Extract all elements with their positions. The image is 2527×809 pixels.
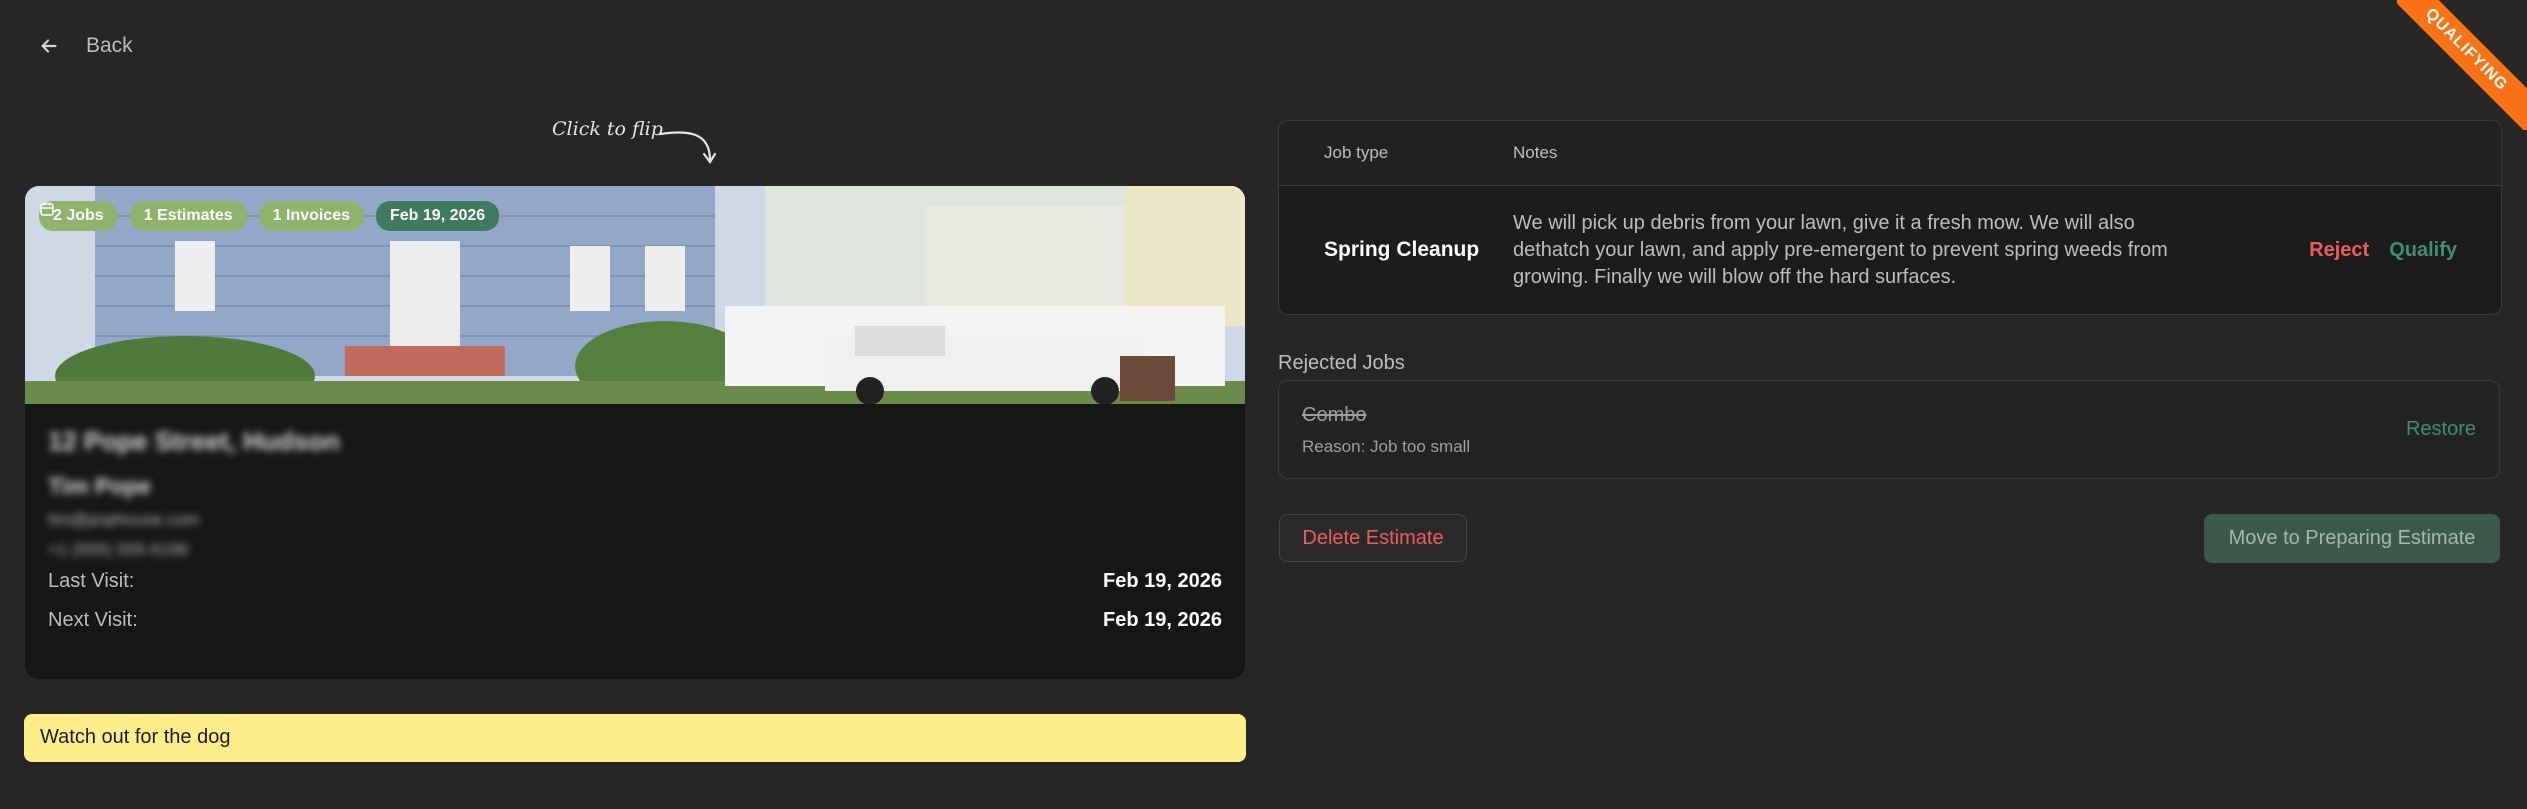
back-button[interactable]: Back xyxy=(38,34,133,58)
reject-button[interactable]: Reject xyxy=(2309,239,2369,262)
last-visit-value: Feb 19, 2026 xyxy=(1103,570,1222,592)
table-row: Spring Cleanup We will pick up debris fr… xyxy=(1279,186,2501,314)
last-visit-label: Last Visit: xyxy=(48,570,135,592)
next-visit-row: Next Visit: Feb 19, 2026 xyxy=(48,609,1222,642)
customer-note[interactable]: Watch out for the dog xyxy=(24,714,1246,762)
status-ribbon: QUALIFYING xyxy=(2397,0,2527,130)
date-badge: Feb 19, 2026 xyxy=(40,201,500,231)
rejected-job-reason: Reason: Job too small xyxy=(1302,437,1471,456)
status-ribbon-label: QUALIFYING xyxy=(2397,0,2527,130)
last-visit-row: Last Visit: Feb 19, 2026 xyxy=(48,570,1222,603)
rejected-job-name: Combo xyxy=(1302,404,1367,426)
flip-hint: Click to flip xyxy=(552,118,663,140)
jobs-table: Job type Notes Spring Cleanup We will pi… xyxy=(1278,120,2502,315)
arrow-left-icon xyxy=(41,39,57,53)
customer-email: tim@pophouse.com xyxy=(48,510,200,529)
customer-name: Tim Pope xyxy=(48,473,152,499)
rejected-jobs-title: Rejected Jobs xyxy=(1278,352,1405,374)
job-type-cell: Spring Cleanup xyxy=(1324,238,1480,261)
customer-phone: +1 (555) 555-0199 xyxy=(48,540,189,559)
badge-row: 2 Jobs 1 Estimates 1 Invoices Feb 19, 20… xyxy=(39,201,500,231)
row-actions: Reject Qualify xyxy=(2309,239,2457,262)
invoices-badge: 1 Invoices xyxy=(258,201,364,231)
header-job-type: Job type xyxy=(1324,143,1389,162)
job-notes-cell: We will pick up debris from your lawn, g… xyxy=(1513,211,2168,288)
delete-estimate-button[interactable]: Delete Estimate xyxy=(1279,514,1467,562)
property-card[interactable]: 2 Jobs 1 Estimates 1 Invoices Feb 19, 20… xyxy=(25,186,1245,679)
next-visit-value: Feb 19, 2026 xyxy=(1103,609,1222,631)
curved-arrow-icon xyxy=(658,131,717,164)
property-photo: 2 Jobs 1 Estimates 1 Invoices Feb 19, 20… xyxy=(25,186,1245,404)
property-address: 12 Pope Street, Hudson xyxy=(48,426,340,456)
restore-button[interactable]: Restore xyxy=(2406,418,2476,441)
move-to-preparing-estimate-button[interactable]: Move to Preparing Estimate xyxy=(2204,514,2500,563)
back-label: Back xyxy=(86,34,133,57)
jobs-table-header: Job type Notes xyxy=(1279,121,2501,186)
date-badge-label: Feb 19, 2026 xyxy=(390,207,486,224)
next-visit-label: Next Visit: xyxy=(48,609,138,631)
header-notes: Notes xyxy=(1513,143,1558,162)
qualify-button[interactable]: Qualify xyxy=(2389,239,2457,262)
customer-info: 12 Pope Street, Hudson Tim Pope tim@poph… xyxy=(25,404,1245,642)
calendar-icon xyxy=(40,202,54,216)
estimates-badge: 1 Estimates xyxy=(129,201,247,231)
rejected-job-item: Combo Reason: Job too small Restore xyxy=(1278,380,2500,479)
